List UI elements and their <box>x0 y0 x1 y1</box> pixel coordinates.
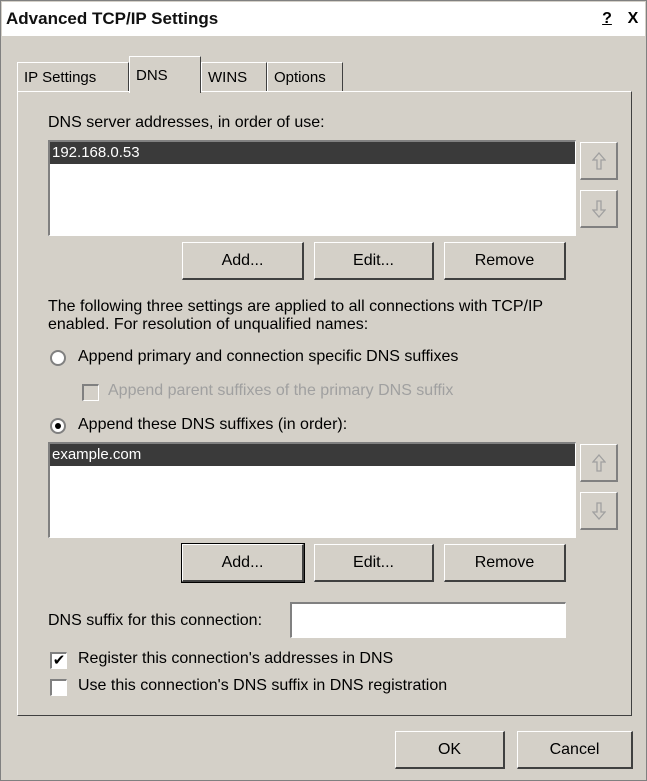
arrow-down-icon <box>591 501 606 520</box>
description-line-1: The following three settings are applied… <box>48 298 544 315</box>
suffix-move-down-button[interactable] <box>580 492 618 530</box>
tab-options[interactable]: Options <box>267 62 343 92</box>
arrow-down-icon <box>591 199 606 218</box>
title-bar: Advanced TCP/IP Settings ? X <box>2 2 645 36</box>
dns-tab-panel: DNS server addresses, in order of use: 1… <box>17 91 632 716</box>
list-item[interactable]: 192.168.0.53 <box>50 142 575 164</box>
list-item[interactable]: example.com <box>50 444 575 466</box>
use-suffix-checkbox[interactable] <box>50 679 67 696</box>
register-addresses-checkbox[interactable]: ✔ <box>50 652 67 669</box>
tab-label: Options <box>274 69 326 86</box>
suffix-move-up-button[interactable] <box>580 444 618 482</box>
window-title: Advanced TCP/IP Settings <box>6 9 219 28</box>
close-button[interactable]: X <box>623 9 643 29</box>
append-primary-radio[interactable] <box>50 350 66 366</box>
tab-label: IP Settings <box>24 69 97 86</box>
dns-suffix-input[interactable] <box>290 602 566 638</box>
tab-wins[interactable]: WINS <box>201 62 267 92</box>
arrow-up-icon <box>591 151 606 170</box>
dns-add-button[interactable]: Add... <box>182 242 304 280</box>
suffix-add-button[interactable]: Add... <box>181 543 305 583</box>
tab-label: WINS <box>208 69 248 86</box>
move-down-button[interactable] <box>580 190 618 228</box>
dns-suffix-field-label: DNS suffix for this connection: <box>48 612 263 629</box>
description-line-2: enabled. For resolution of unqualified n… <box>48 316 369 333</box>
move-up-button[interactable] <box>580 142 618 180</box>
tab-ip-settings[interactable]: IP Settings <box>17 62 129 92</box>
tab-dns[interactable]: DNS <box>129 56 201 93</box>
arrow-up-icon <box>591 453 606 472</box>
append-these-label: Append these DNS suffixes (in order): <box>78 416 348 433</box>
append-these-radio[interactable] <box>50 418 66 434</box>
register-addresses-label: Register this connection's addresses in … <box>78 650 394 667</box>
suffix-remove-button[interactable]: Remove <box>444 544 566 582</box>
ok-button[interactable]: OK <box>395 731 505 769</box>
cancel-button[interactable]: Cancel <box>517 731 633 769</box>
append-primary-label: Append primary and connection specific D… <box>78 348 459 365</box>
dns-suffix-list[interactable]: example.com <box>48 442 576 538</box>
suffix-edit-button[interactable]: Edit... <box>314 544 434 582</box>
dns-remove-button[interactable]: Remove <box>444 242 566 280</box>
use-suffix-label: Use this connection's DNS suffix in DNS … <box>78 677 448 694</box>
dns-server-list[interactable]: 192.168.0.53 <box>48 140 576 236</box>
append-parent-label: Append parent suffixes of the primary DN… <box>108 382 454 399</box>
dns-servers-label: DNS server addresses, in order of use: <box>48 114 325 131</box>
help-button[interactable]: ? <box>597 9 617 29</box>
dns-edit-button[interactable]: Edit... <box>314 242 434 280</box>
tab-label: DNS <box>136 66 168 84</box>
advanced-tcpip-dialog: Advanced TCP/IP Settings ? X IP Settings… <box>0 0 647 781</box>
append-parent-checkbox[interactable] <box>82 384 99 401</box>
